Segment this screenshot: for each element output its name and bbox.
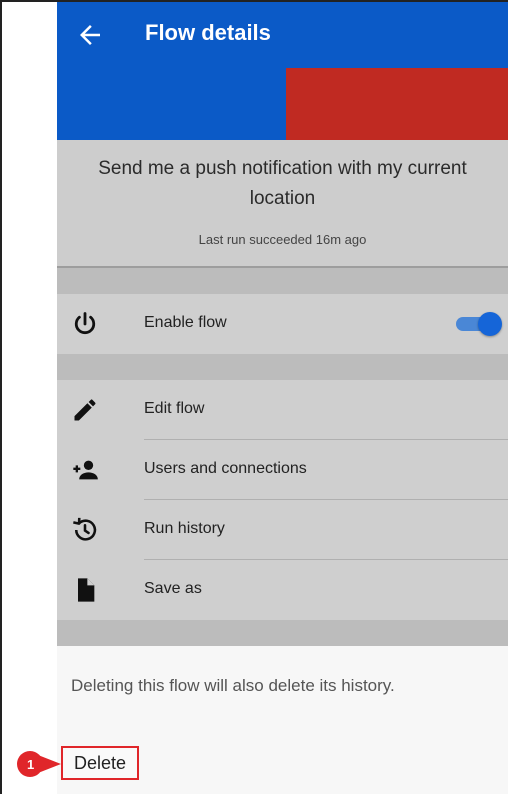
power-icon [74,312,96,335]
pencil-icon [74,399,96,421]
enable-flow-toggle[interactable] [454,312,502,336]
banner-red-block [286,68,508,140]
callout-number: 1 [27,757,35,772]
last-run-status: Last run succeeded 16m ago [198,232,367,247]
back-arrow-icon[interactable] [75,20,105,50]
flow-banner [57,68,508,140]
flow-header: Send me a push notification with my curr… [57,140,508,266]
delete-warning-text: Deleting this flow will also delete its … [71,676,395,695]
edit-flow-row[interactable]: Edit flow [57,380,508,440]
document-icon [78,578,95,602]
delete-button[interactable]: Delete [61,746,139,780]
banner-blue-block [57,68,286,140]
add-user-icon [73,460,98,480]
users-connections-row[interactable]: Users and connections [57,440,508,500]
run-history-label: Run history [144,520,225,537]
enable-flow-row[interactable]: Enable flow [57,294,508,354]
section-gap [57,620,508,646]
users-connections-label: Users and connections [144,460,307,477]
section-gap [57,354,508,380]
app-bar: Flow details [57,2,508,68]
callout-marker [17,751,61,777]
save-as-label: Save as [144,580,202,597]
enable-flow-label: Enable flow [144,314,227,331]
section-gap [57,268,508,294]
edit-flow-label: Edit flow [144,400,205,417]
toggle-knob [478,312,502,336]
screenshot-border-left [0,0,2,794]
save-as-row[interactable]: Save as [57,560,508,620]
run-history-row[interactable]: Run history [57,500,508,560]
flow-details-screen: Flow details Send me a push notification… [57,2,508,794]
history-icon [73,517,97,541]
page-title: Flow details [145,20,271,45]
flow-name: Send me a push notification with my curr… [98,158,467,209]
